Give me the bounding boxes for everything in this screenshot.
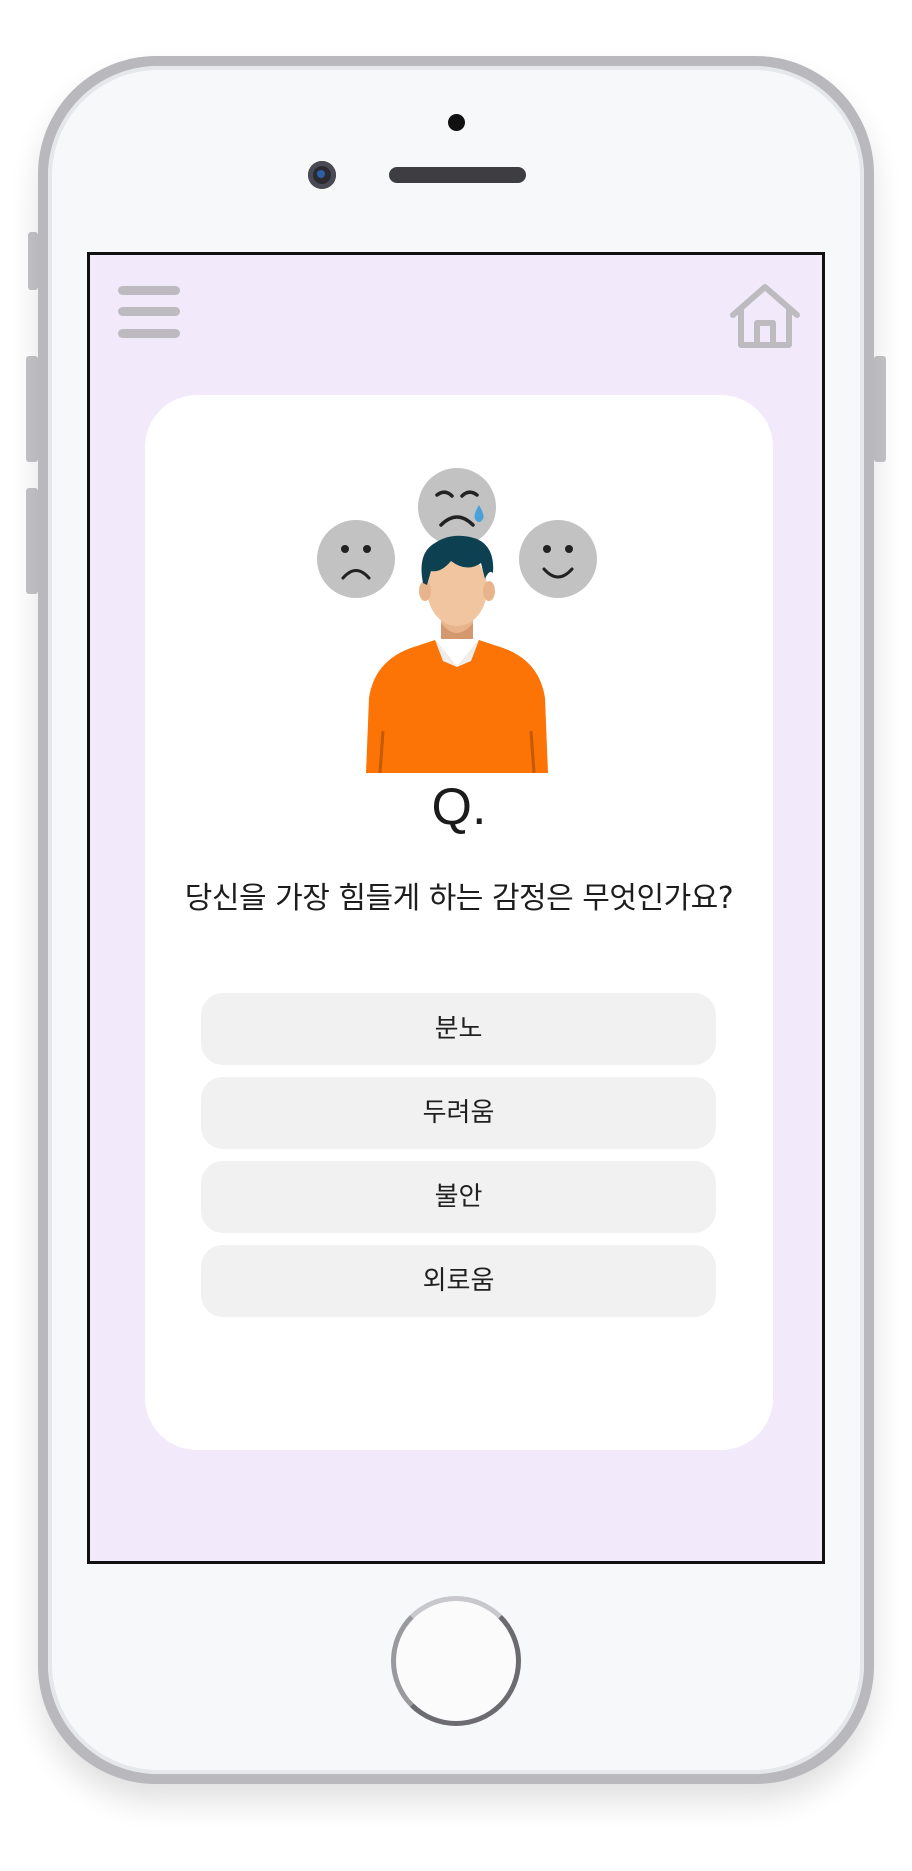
hamburger-menu-icon[interactable] <box>118 286 180 338</box>
question-card: Q. 당신을 가장 힘들게 하는 감정은 무엇인가요? 분노 두려움 불안 외로… <box>145 395 773 1450</box>
earpiece-speaker <box>389 167 526 183</box>
mute-switch <box>28 232 38 290</box>
device-home-button[interactable] <box>391 1596 521 1726</box>
app-screen: Q. 당신을 가장 힘들게 하는 감정은 무엇인가요? 분노 두려움 불안 외로… <box>87 252 825 1564</box>
emotions-illustration <box>317 468 597 773</box>
option-anxiety-button[interactable]: 불안 <box>201 1161 716 1233</box>
crying-face-icon <box>418 468 496 546</box>
option-anger-button[interactable]: 분노 <box>201 993 716 1065</box>
volume-up-button <box>26 356 38 462</box>
answer-options: 분노 두려움 불안 외로움 <box>201 993 716 1329</box>
person-illustration <box>366 535 548 773</box>
device-mockup: Q. 당신을 가장 힘들게 하는 감정은 무엇인가요? 분노 두려움 불안 외로… <box>0 0 912 1871</box>
option-fear-button[interactable]: 두려움 <box>201 1077 716 1149</box>
power-button <box>874 356 886 462</box>
home-icon[interactable] <box>728 281 802 351</box>
proximity-sensor <box>448 114 465 131</box>
question-text: 당신을 가장 힘들게 하는 감정은 무엇인가요? <box>184 881 734 916</box>
happy-face-icon <box>519 520 597 598</box>
front-camera <box>308 161 336 189</box>
option-loneliness-button[interactable]: 외로움 <box>201 1245 716 1317</box>
question-label: Q. <box>431 778 487 836</box>
sad-face-icon <box>317 520 395 598</box>
volume-down-button <box>26 488 38 594</box>
